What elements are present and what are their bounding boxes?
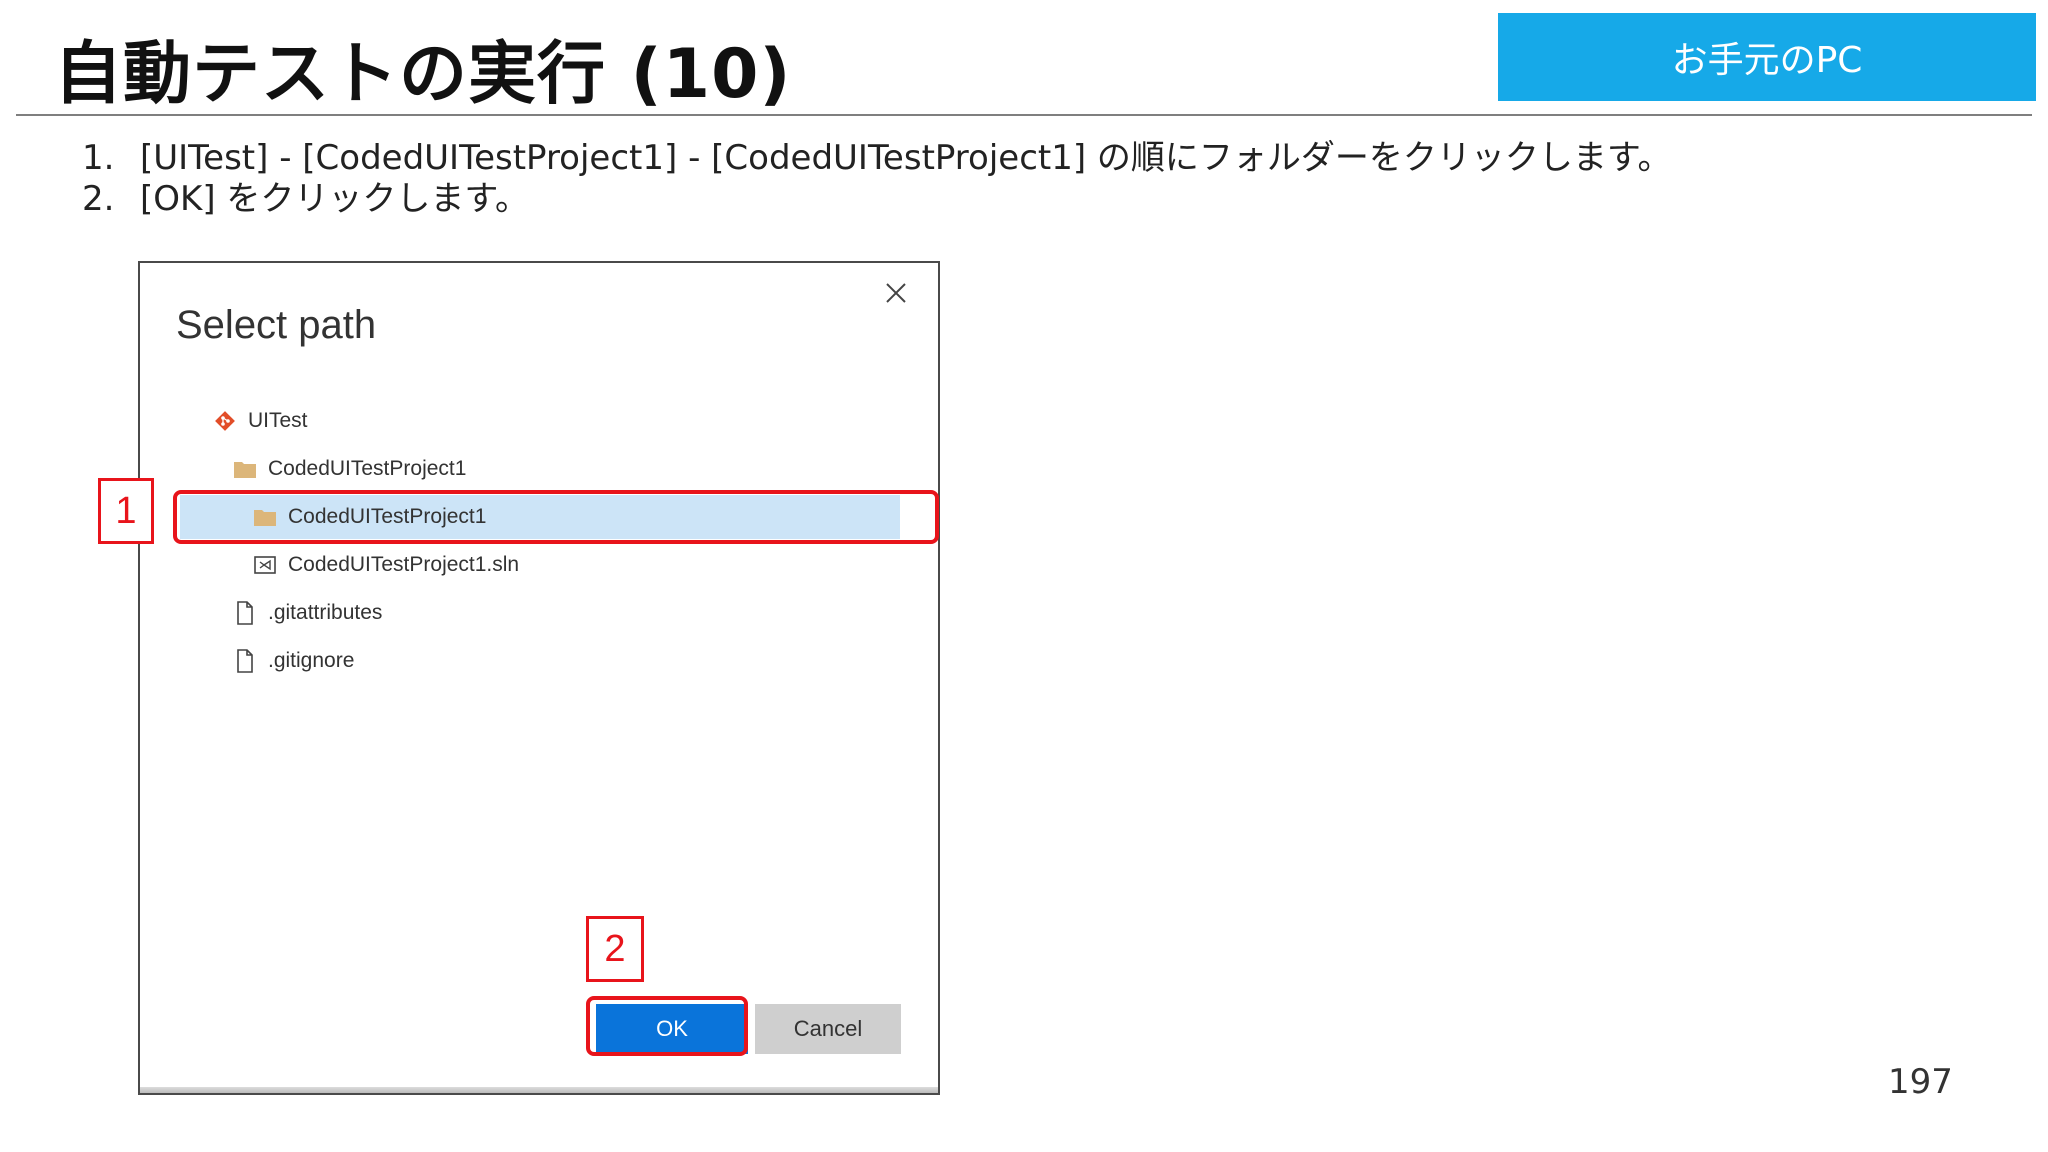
- tree-item-label: CodedUITestProject1.sln: [288, 553, 520, 576]
- select-path-dialog: Select path UITest CodedUITestProject1 C…: [138, 261, 940, 1095]
- tree-item-solution[interactable]: CodedUITestProject1.sln: [252, 543, 519, 587]
- tree-item-uitest[interactable]: UITest: [212, 399, 308, 443]
- callout-highlight-ok: [586, 996, 748, 1056]
- cancel-button[interactable]: Cancel: [755, 1004, 901, 1054]
- step-item: 2. [OK] をクリックします。: [82, 179, 1672, 220]
- step-number: 1.: [82, 138, 115, 178]
- callout-label-1: 1: [98, 478, 154, 544]
- step-item: 1. [UITest] - [CodedUITestProject1] - [C…: [82, 138, 1672, 179]
- slide-title: 自動テストの実行 (10): [54, 35, 792, 114]
- page-number: 197: [1888, 1062, 1953, 1102]
- tree-item-label: .gitignore: [268, 649, 355, 672]
- git-repo-icon: [212, 408, 238, 434]
- dialog-bottom-edge: [140, 1087, 938, 1093]
- solution-file-icon: [252, 552, 278, 578]
- dialog-title: Select path: [176, 303, 377, 347]
- callout-highlight-folder: [173, 490, 939, 544]
- callout-label-2: 2: [586, 916, 644, 982]
- tree-item-gitignore[interactable]: .gitignore: [232, 639, 354, 683]
- environment-badge: お手元のPC: [1498, 13, 2036, 101]
- tree-item-label: UITest: [248, 409, 308, 432]
- tree-item-project-folder[interactable]: CodedUITestProject1: [232, 447, 466, 491]
- tree-item-label: .gitattributes: [268, 601, 383, 624]
- folder-icon: [232, 456, 258, 482]
- tree-item-label: CodedUITestProject1: [268, 457, 467, 480]
- step-text: [UITest] - [CodedUITestProject1] - [Code…: [140, 138, 1672, 178]
- title-divider: [16, 114, 2032, 116]
- close-button[interactable]: [882, 279, 910, 307]
- step-text: [OK] をクリックします。: [140, 179, 529, 219]
- close-icon: [886, 283, 906, 303]
- tree-item-gitattributes[interactable]: .gitattributes: [232, 591, 382, 635]
- instruction-steps: 1. [UITest] - [CodedUITestProject1] - [C…: [82, 138, 1672, 220]
- step-number: 2.: [82, 179, 115, 219]
- file-icon: [232, 600, 258, 626]
- file-icon: [232, 648, 258, 674]
